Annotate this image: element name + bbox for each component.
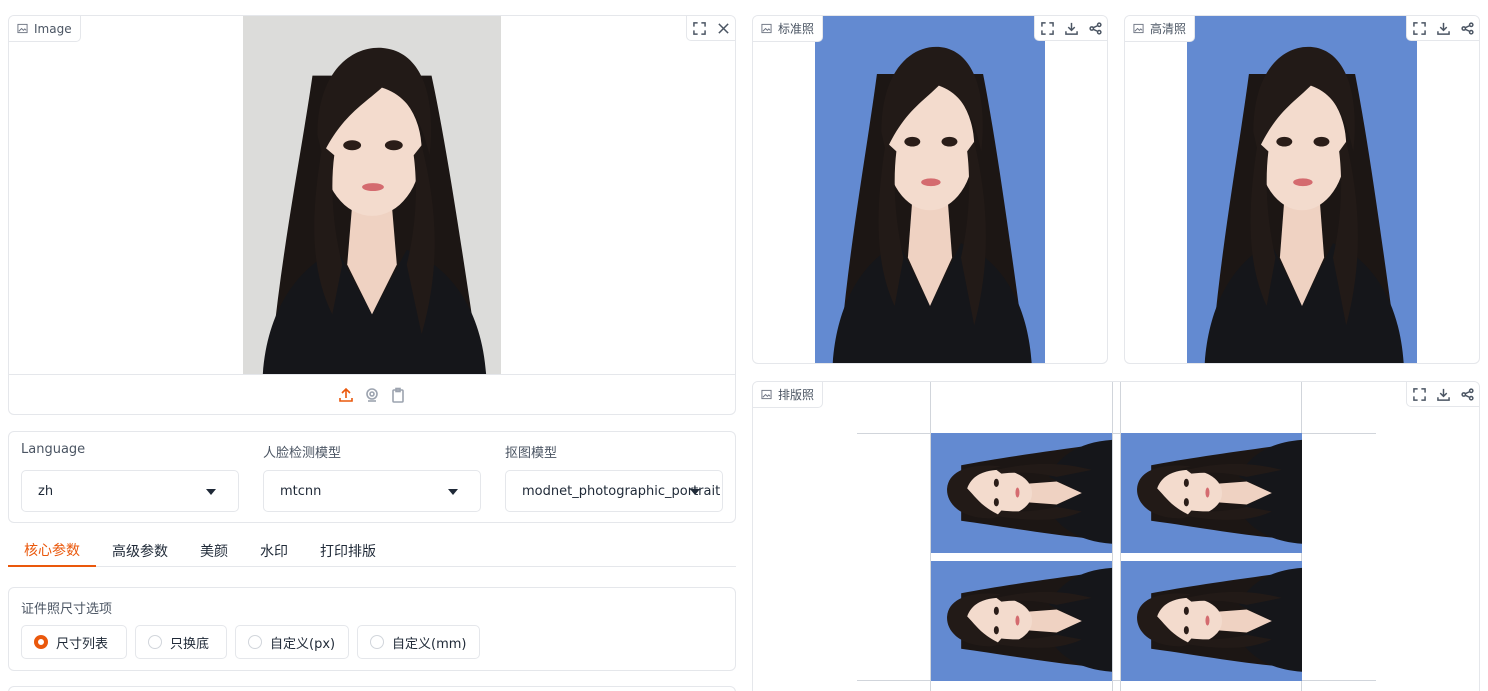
face-model-label: 人脸检测模型 [263, 446, 342, 461]
radio-custom-px-label: 自定义(px) [270, 636, 336, 652]
download-icon[interactable] [1059, 16, 1083, 40]
download-icon[interactable] [1431, 16, 1455, 40]
hd-photo-block: 高清照 [1124, 15, 1480, 364]
layout-photo-block: 排版照 [752, 381, 1480, 691]
matting-model-label: 抠图模型 [505, 446, 558, 461]
download-icon[interactable] [1431, 382, 1455, 406]
radio-dot [370, 635, 384, 649]
radio-change-bg-only[interactable]: 只换底 [135, 625, 227, 659]
tab-watermark[interactable]: 水印 [244, 534, 304, 567]
cut-line [1112, 382, 1113, 691]
layout-photo-toolbar [1406, 382, 1479, 407]
clipboard-icon[interactable] [390, 387, 406, 403]
radio-size-list[interactable]: 尺寸列表 [21, 625, 127, 659]
radio-custom-px[interactable]: 自定义(px) [235, 625, 349, 659]
image-source-bar [9, 374, 735, 414]
radio-dot [248, 635, 262, 649]
face-model-value: mtcnn [280, 483, 322, 499]
share-icon[interactable] [1083, 16, 1107, 40]
tab-beauty[interactable]: 美颜 [184, 534, 244, 567]
standard-photo-label: 标准照 [753, 16, 824, 42]
next-block-edge [8, 686, 736, 691]
hd-photo-image [1187, 16, 1417, 363]
radio-custom-mm[interactable]: 自定义(mm) [357, 625, 480, 659]
radio-size-list-label: 尺寸列表 [56, 636, 109, 652]
standard-photo-image [815, 16, 1045, 363]
hd-photo-label-text: 高清照 [1150, 22, 1187, 36]
face-model-dropdown[interactable]: mtcnn [263, 470, 481, 512]
radio-dot [34, 635, 48, 649]
chevron-down-icon [206, 489, 216, 495]
hd-photo-label: 高清照 [1125, 16, 1196, 42]
chevron-down-icon [448, 489, 458, 495]
input-image-toolbar [686, 16, 735, 41]
layout-photo-tile [1121, 561, 1302, 681]
image-icon [761, 389, 772, 400]
language-dropdown[interactable]: zh [21, 470, 239, 512]
image-icon [761, 23, 772, 34]
fullscreen-icon[interactable] [1407, 382, 1431, 406]
layout-photo-label-text: 排版照 [778, 388, 815, 402]
layout-photo-tile [1121, 433, 1302, 553]
share-icon[interactable] [1455, 382, 1479, 406]
share-icon[interactable] [1455, 16, 1479, 40]
size-options-label: 证件照尺寸选项 [21, 602, 113, 617]
layout-photo-tile [931, 561, 1112, 681]
hd-photo-toolbar [1406, 16, 1479, 41]
chevron-down-icon [690, 489, 700, 495]
webcam-icon[interactable] [364, 387, 380, 403]
fullscreen-icon[interactable] [1407, 16, 1431, 40]
standard-photo-block: 标准照 [752, 15, 1108, 364]
standard-photo-label-text: 标准照 [778, 22, 815, 36]
layout-photo-tile [931, 433, 1112, 553]
radio-change-bg-only-label: 只换底 [170, 636, 210, 652]
tab-core-params[interactable]: 核心参数 [8, 534, 96, 567]
language-value: zh [38, 483, 54, 499]
language-label: Language [21, 442, 86, 457]
tab-advanced-params[interactable]: 高级参数 [96, 534, 184, 567]
image-icon [1133, 23, 1144, 34]
tab-print-layout[interactable]: 打印排版 [304, 534, 392, 567]
image-icon [17, 23, 28, 34]
input-image-label: Image [9, 16, 81, 42]
radio-dot [148, 635, 162, 649]
upload-icon[interactable] [338, 387, 354, 403]
close-icon[interactable] [711, 16, 735, 40]
layout-photo-label: 排版照 [753, 382, 824, 408]
input-image-label-text: Image [34, 21, 72, 36]
standard-photo-toolbar [1034, 16, 1107, 41]
matting-model-dropdown[interactable]: modnet_photographic_portrait [505, 470, 723, 512]
radio-custom-mm-label: 自定义(mm) [392, 636, 467, 652]
input-image-block[interactable]: Image [8, 15, 736, 415]
fullscreen-icon[interactable] [1035, 16, 1059, 40]
input-portrait-image [243, 16, 501, 374]
parameter-tabs: 核心参数 高级参数 美颜 水印 打印排版 [8, 534, 736, 567]
fullscreen-icon[interactable] [687, 16, 711, 40]
